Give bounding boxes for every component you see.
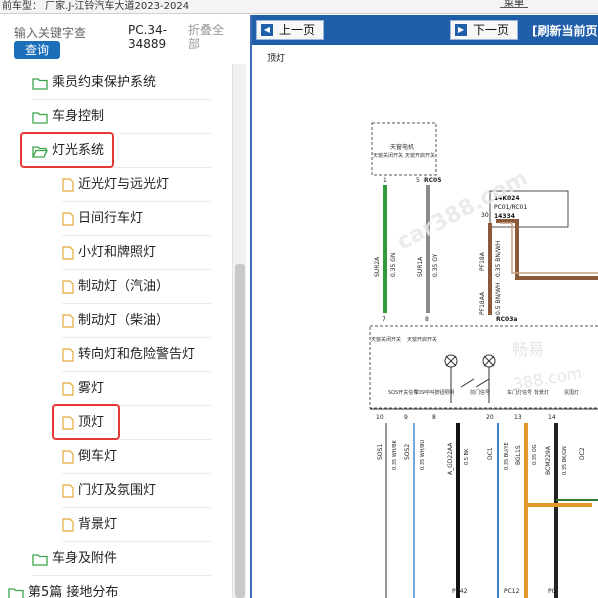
wire-pf18a: PF18A [479, 251, 486, 271]
col-gauge-sos1: 0.35 WH/BK [392, 439, 398, 470]
signal-ambient: 氛围灯 [564, 389, 579, 396]
col-wire-dc1: DC1 [487, 447, 494, 460]
col-gauge-gd22aa: 0.5 BK [464, 448, 470, 465]
watermark-2: 畅易 [512, 340, 544, 359]
col-gauge-bcm229a: 0.35 BK/GN [562, 446, 568, 475]
switch-open-label: 天窗开启开关 [407, 336, 437, 343]
folder-icon [32, 553, 48, 566]
module-pin-label-2: 天窗开启开关 [405, 152, 435, 159]
query-button[interactable]: 查询 [14, 41, 60, 59]
tree-folder-occupant-restraint[interactable]: 乘员约束保护系统 [32, 66, 212, 100]
tree-item-parking-plate-lamp[interactable]: 小灯和牌照灯 [62, 236, 212, 270]
signal-sos-button: SOS呼叫按钮照明 [414, 389, 454, 396]
tree-item-brake-diesel[interactable]: 制动灯（柴油） [62, 304, 212, 338]
document-icon [62, 348, 74, 362]
switch-close-label: 天窗关闭开关 [371, 336, 401, 343]
document-icon [62, 518, 74, 532]
tree-item-door-ambient[interactable]: 门灯及氛围灯 [62, 474, 212, 508]
tree-item-turn-hazard[interactable]: 转向灯和危险警告灯 [62, 338, 212, 372]
bottom-label-pc42: PC42 [452, 588, 468, 595]
col-pin-20: 20 [486, 414, 494, 421]
document-viewer: ◀ 上一页 ▶ 下一页 [刷新当前页 顶灯 天窗电机 天窗关闭开关 天窗开启开关… [250, 15, 598, 598]
col-pin-14: 14 [548, 414, 556, 421]
col-pin-9: 9 [404, 414, 408, 421]
vehicle-label: 前车型： 厂家.J-江铃汽车大道2023-2024 [2, 1, 190, 12]
next-page-button[interactable]: ▶ 下一页 [450, 20, 518, 40]
pin-5: 5 [416, 177, 420, 184]
col-wire-sos1: SOS1 [377, 444, 384, 460]
wiring-diagram: 顶灯 天窗电机 天窗关闭开关 天窗开启开关 1 5 RC05 SUR2A 0.3… [267, 53, 598, 598]
folder-icon [32, 77, 48, 90]
arrow-left-icon: ◀ [261, 24, 273, 36]
document-icon [62, 450, 74, 464]
wire-pf18a-gauge: 0.35 BN/WH [495, 241, 502, 277]
wire-sur2a-gauge: 0.35 GN [390, 253, 397, 277]
col-wire-dc2: DC2 [579, 447, 586, 460]
col-pin-10: 10 [376, 414, 384, 421]
wire-pf18aa-gauge: 0.5 BN/WH [495, 282, 502, 315]
document-icon [62, 178, 74, 192]
col-gauge-bgl1s: 0.35 OG [532, 444, 538, 465]
document-icon [62, 246, 74, 260]
doc-title: 顶灯 [267, 53, 285, 64]
document-icon [62, 382, 74, 396]
arrow-right-icon: ▶ [455, 24, 467, 36]
prev-page-button[interactable]: ◀ 上一页 [256, 20, 324, 40]
tree-chapter-ground[interactable]: 第5篇 接地分布 [8, 576, 208, 598]
wire-sur2a: SUR2A [374, 256, 381, 277]
highlight-lighting [20, 132, 114, 168]
vehicle-info-bar: 前车型： 厂家.J-江铃汽车大道2023-2024 菜单 [0, 0, 598, 14]
tree-item-fog-lamp[interactable]: 雾灯 [62, 372, 212, 406]
fold-all-button[interactable]: 折叠全部 [188, 23, 232, 51]
tree-item-brake-gasoline[interactable]: 制动灯（汽油） [62, 270, 212, 304]
document-icon [62, 212, 74, 226]
col-gauge-sos2: 0.35 WH/BU [420, 439, 426, 470]
document-icon [62, 484, 74, 498]
folder-icon [8, 587, 24, 598]
search-input[interactable]: 输入关键字查 [14, 24, 118, 41]
col-wire-sos2: SOS2 [404, 444, 411, 460]
folder-icon [32, 111, 48, 124]
bottom-label-pc: PC [548, 588, 556, 595]
module-name: 天窗电机 [390, 143, 414, 151]
document-icon [62, 314, 74, 328]
pin-rc05: RC05 [424, 177, 441, 184]
tree-folder-body-accessories[interactable]: 车身及附件 [32, 542, 212, 576]
tree-item-drl[interactable]: 日间行车灯 [62, 202, 212, 236]
pin-8: 8 [425, 316, 429, 323]
col-wire-bgl1s: BGL1S [515, 445, 522, 465]
wire-sur1a: SUR1A [417, 256, 424, 277]
doc-tree: 乘员约束保护系统 车身控制 灯光系统 近光灯与远光灯 日间行车灯 小灯和牌照灯 … [0, 64, 232, 598]
tree-item-background-lamp[interactable]: 背景灯 [62, 508, 212, 542]
tree-item-reverse-lamp[interactable]: 倒车灯 [62, 440, 212, 474]
wire-pf18aa: PF18AA [479, 291, 486, 315]
pin-rc03a: RC03a [496, 316, 517, 323]
col-pin-8: 8 [432, 414, 436, 421]
highlight-dome-lamp [52, 404, 120, 440]
tree-folder-body-control[interactable]: 车身控制 [32, 100, 212, 134]
col-wire-bcm229a: BCM229A [545, 445, 552, 475]
col-pin-13: 13 [514, 414, 522, 421]
doc-code: PC.34-34889 [128, 23, 168, 51]
pin-7: 7 [382, 316, 386, 323]
refresh-current-page-link[interactable]: [刷新当前页 [532, 22, 598, 39]
viewer-toolbar: ◀ 上一页 ▶ 下一页 [刷新当前页 [252, 15, 598, 45]
module-pin-label-1: 天窗关闭开关 [373, 152, 403, 159]
col-gauge-dc1: 0.35 BU/YE [504, 442, 510, 470]
bottom-label-pc12: PC12 [504, 588, 520, 595]
connector-14334: 14334 [494, 213, 515, 220]
col-wire-gd22aa: A_GD22AA [447, 442, 454, 475]
document-icon [62, 280, 74, 294]
pin-1: 1 [383, 177, 387, 184]
scrollbar-thumb[interactable] [235, 264, 245, 598]
tree-item-low-high-beam[interactable]: 近光灯与远光灯 [62, 168, 212, 202]
tree-scrollbar[interactable] [232, 64, 246, 598]
search-panel: 输入关键字查 查询 PC.34-34889 折叠全部 [0, 15, 248, 63]
menu-button[interactable]: 菜单 [500, 0, 528, 8]
signal-front-door: 前门信号 [470, 389, 490, 396]
wire-sur1a-gauge: 0.35 GY [432, 253, 439, 277]
